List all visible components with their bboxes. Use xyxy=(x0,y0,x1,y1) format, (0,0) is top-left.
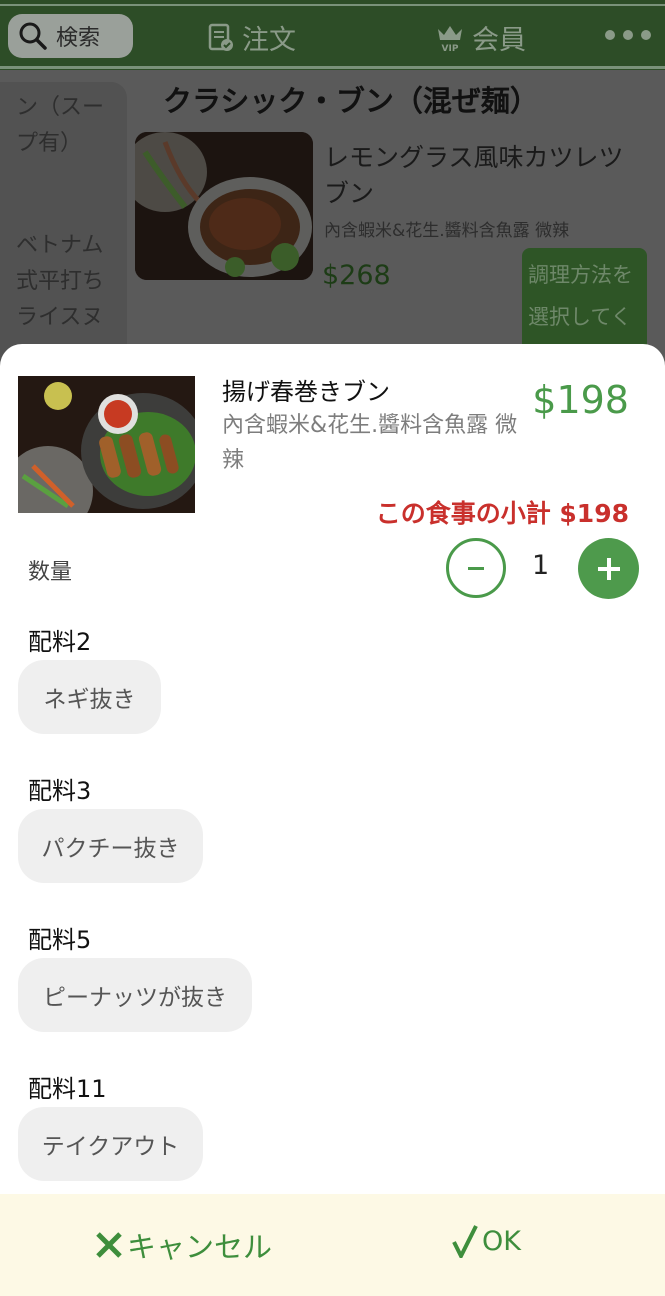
menu-item-name: レモングラス風味カツレツブン xyxy=(324,143,624,208)
item-option-sheet: 揚げ春巻きブン 內含蝦米&花生.醬料含魚露 微辣 $198 この食事の小計 $1… xyxy=(0,344,665,1296)
header-divider-top xyxy=(0,4,665,6)
tab-order-label: 注文 xyxy=(242,25,296,56)
order-document-icon xyxy=(208,23,234,53)
option-group-label: 配料2 xyxy=(28,628,92,656)
option-group-label: 配料11 xyxy=(28,1075,107,1103)
cancel-button[interactable]: キャンセル xyxy=(95,1224,272,1266)
option-chip-no-green-onion[interactable]: ネギ抜き xyxy=(18,660,161,734)
quantity-decrease-button[interactable] xyxy=(446,538,506,598)
plus-icon xyxy=(597,557,620,580)
search-button[interactable]: 検索 xyxy=(8,14,133,58)
meal-subtotal: この食事の小計 $198 xyxy=(375,499,629,528)
search-icon xyxy=(18,21,48,51)
vip-crown-icon: VIP xyxy=(436,23,464,53)
ok-label: OK xyxy=(482,1225,521,1257)
more-dots-icon[interactable] xyxy=(605,30,651,40)
tab-member-label: 会員 xyxy=(472,25,526,56)
minus-icon xyxy=(468,566,484,570)
menu-item-price: $268 xyxy=(322,260,391,291)
product-image xyxy=(18,376,195,513)
sidebar-item-flat-rice-noodle[interactable]: ベトナム式平打ちライスヌ xyxy=(16,228,110,336)
quantity-increase-button[interactable] xyxy=(578,538,639,599)
top-navigation-bar: 検索 注文 VIP 会員 xyxy=(0,0,665,70)
option-chip-no-cilantro[interactable]: パクチー抜き xyxy=(18,809,203,883)
product-price: $198 xyxy=(532,378,629,422)
ok-button[interactable]: OK xyxy=(452,1224,521,1258)
close-icon xyxy=(96,1232,122,1258)
header-divider-bottom xyxy=(0,66,665,69)
option-chip-takeout[interactable]: テイクアウト xyxy=(18,1107,203,1181)
svg-text:VIP: VIP xyxy=(442,44,459,53)
tab-order[interactable]: 注文 xyxy=(208,18,296,57)
category-sidebar: ン（スープ有） ベトナム式平打ちライスヌ xyxy=(0,82,127,382)
option-group-label: 配料3 xyxy=(28,777,92,805)
product-name: 揚げ春巻きブン xyxy=(222,378,390,406)
cancel-label: キャンセル xyxy=(127,1230,273,1264)
menu-item-image[interactable] xyxy=(135,132,313,280)
menu-item-description: 內含蝦米&花生.醬料含魚露 微辣 xyxy=(324,221,570,241)
option-chip-no-peanuts[interactable]: ピーナッツが抜き xyxy=(18,958,252,1032)
option-group-label: 配料5 xyxy=(28,926,92,954)
sidebar-item-soup-bun[interactable]: ン（スープ有） xyxy=(16,90,116,162)
check-icon xyxy=(452,1225,478,1258)
quantity-label: 数量 xyxy=(28,560,73,585)
product-description: 內含蝦米&花生.醬料含魚露 微辣 xyxy=(222,413,518,473)
section-title: クラシック・ブン（混ぜ麺） xyxy=(163,84,539,118)
search-label: 検索 xyxy=(56,26,101,51)
tab-member[interactable]: VIP 会員 xyxy=(436,18,526,57)
choose-cooking-method-button[interactable]: 調理方法を選択してく xyxy=(522,248,647,358)
quantity-value: 1 xyxy=(532,550,550,581)
sheet-footer: キャンセル OK xyxy=(0,1194,665,1296)
